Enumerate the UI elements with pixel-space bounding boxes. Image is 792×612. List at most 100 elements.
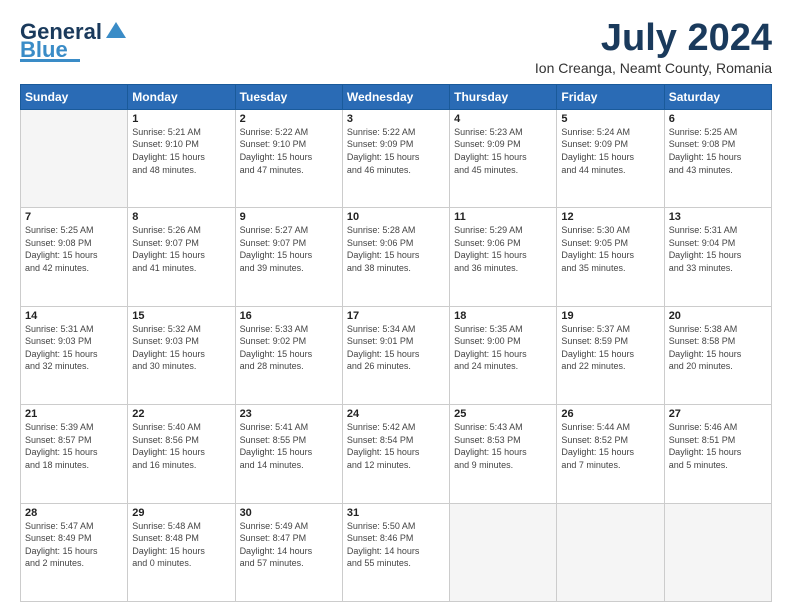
day-info: Sunrise: 5:43 AM Sunset: 8:53 PM Dayligh… (454, 421, 552, 471)
calendar-cell: 28Sunrise: 5:47 AM Sunset: 8:49 PM Dayli… (21, 503, 128, 601)
day-number: 31 (347, 507, 445, 519)
day-number: 13 (669, 211, 767, 223)
day-info: Sunrise: 5:35 AM Sunset: 9:00 PM Dayligh… (454, 323, 552, 373)
day-number: 27 (669, 408, 767, 420)
calendar-cell: 9Sunrise: 5:27 AM Sunset: 9:07 PM Daylig… (235, 208, 342, 306)
col-saturday: Saturday (664, 84, 771, 109)
day-number: 10 (347, 211, 445, 223)
calendar-cell: 16Sunrise: 5:33 AM Sunset: 9:02 PM Dayli… (235, 306, 342, 404)
day-info: Sunrise: 5:48 AM Sunset: 8:48 PM Dayligh… (132, 520, 230, 570)
day-info: Sunrise: 5:30 AM Sunset: 9:05 PM Dayligh… (561, 224, 659, 274)
calendar-cell (21, 109, 128, 207)
calendar-cell: 30Sunrise: 5:49 AM Sunset: 8:47 PM Dayli… (235, 503, 342, 601)
day-number: 15 (132, 310, 230, 322)
page: General Blue July 2024 Ion Creanga, Neam… (0, 0, 792, 612)
day-number: 19 (561, 310, 659, 322)
calendar-title: July 2024 (535, 18, 772, 60)
day-info: Sunrise: 5:42 AM Sunset: 8:54 PM Dayligh… (347, 421, 445, 471)
day-number: 30 (240, 507, 338, 519)
day-number: 2 (240, 113, 338, 125)
day-info: Sunrise: 5:50 AM Sunset: 8:46 PM Dayligh… (347, 520, 445, 570)
day-info: Sunrise: 5:25 AM Sunset: 9:08 PM Dayligh… (669, 126, 767, 176)
day-info: Sunrise: 5:41 AM Sunset: 8:55 PM Dayligh… (240, 421, 338, 471)
week-row-2: 7Sunrise: 5:25 AM Sunset: 9:08 PM Daylig… (21, 208, 772, 306)
day-info: Sunrise: 5:21 AM Sunset: 9:10 PM Dayligh… (132, 126, 230, 176)
col-wednesday: Wednesday (342, 84, 449, 109)
day-number: 5 (561, 113, 659, 125)
calendar-cell: 20Sunrise: 5:38 AM Sunset: 8:58 PM Dayli… (664, 306, 771, 404)
day-number: 23 (240, 408, 338, 420)
day-info: Sunrise: 5:31 AM Sunset: 9:03 PM Dayligh… (25, 323, 123, 373)
calendar-cell: 22Sunrise: 5:40 AM Sunset: 8:56 PM Dayli… (128, 405, 235, 503)
calendar-cell (557, 503, 664, 601)
logo-icon (102, 18, 130, 46)
col-thursday: Thursday (450, 84, 557, 109)
header-row: Sunday Monday Tuesday Wednesday Thursday… (21, 84, 772, 109)
day-info: Sunrise: 5:40 AM Sunset: 8:56 PM Dayligh… (132, 421, 230, 471)
day-number: 26 (561, 408, 659, 420)
calendar-cell: 24Sunrise: 5:42 AM Sunset: 8:54 PM Dayli… (342, 405, 449, 503)
header: General Blue July 2024 Ion Creanga, Neam… (20, 18, 772, 76)
logo-underline (20, 59, 80, 62)
day-number: 16 (240, 310, 338, 322)
day-info: Sunrise: 5:31 AM Sunset: 9:04 PM Dayligh… (669, 224, 767, 274)
day-info: Sunrise: 5:49 AM Sunset: 8:47 PM Dayligh… (240, 520, 338, 570)
day-number: 29 (132, 507, 230, 519)
day-number: 17 (347, 310, 445, 322)
day-number: 12 (561, 211, 659, 223)
logo: General Blue (20, 18, 130, 62)
calendar-cell: 7Sunrise: 5:25 AM Sunset: 9:08 PM Daylig… (21, 208, 128, 306)
week-row-4: 21Sunrise: 5:39 AM Sunset: 8:57 PM Dayli… (21, 405, 772, 503)
day-info: Sunrise: 5:24 AM Sunset: 9:09 PM Dayligh… (561, 126, 659, 176)
day-number: 22 (132, 408, 230, 420)
day-info: Sunrise: 5:26 AM Sunset: 9:07 PM Dayligh… (132, 224, 230, 274)
day-number: 21 (25, 408, 123, 420)
day-number: 4 (454, 113, 552, 125)
week-row-5: 28Sunrise: 5:47 AM Sunset: 8:49 PM Dayli… (21, 503, 772, 601)
calendar-cell: 29Sunrise: 5:48 AM Sunset: 8:48 PM Dayli… (128, 503, 235, 601)
day-info: Sunrise: 5:46 AM Sunset: 8:51 PM Dayligh… (669, 421, 767, 471)
calendar-cell: 2Sunrise: 5:22 AM Sunset: 9:10 PM Daylig… (235, 109, 342, 207)
calendar-cell: 27Sunrise: 5:46 AM Sunset: 8:51 PM Dayli… (664, 405, 771, 503)
calendar-cell: 14Sunrise: 5:31 AM Sunset: 9:03 PM Dayli… (21, 306, 128, 404)
day-number: 14 (25, 310, 123, 322)
col-sunday: Sunday (21, 84, 128, 109)
day-info: Sunrise: 5:34 AM Sunset: 9:01 PM Dayligh… (347, 323, 445, 373)
calendar-cell: 25Sunrise: 5:43 AM Sunset: 8:53 PM Dayli… (450, 405, 557, 503)
calendar-cell (450, 503, 557, 601)
day-number: 6 (669, 113, 767, 125)
col-monday: Monday (128, 84, 235, 109)
day-number: 7 (25, 211, 123, 223)
day-number: 18 (454, 310, 552, 322)
day-number: 9 (240, 211, 338, 223)
day-info: Sunrise: 5:38 AM Sunset: 8:58 PM Dayligh… (669, 323, 767, 373)
calendar-cell: 21Sunrise: 5:39 AM Sunset: 8:57 PM Dayli… (21, 405, 128, 503)
calendar-cell: 13Sunrise: 5:31 AM Sunset: 9:04 PM Dayli… (664, 208, 771, 306)
day-number: 28 (25, 507, 123, 519)
week-row-3: 14Sunrise: 5:31 AM Sunset: 9:03 PM Dayli… (21, 306, 772, 404)
calendar-cell: 8Sunrise: 5:26 AM Sunset: 9:07 PM Daylig… (128, 208, 235, 306)
day-info: Sunrise: 5:22 AM Sunset: 9:10 PM Dayligh… (240, 126, 338, 176)
title-block: July 2024 Ion Creanga, Neamt County, Rom… (535, 18, 772, 76)
day-number: 1 (132, 113, 230, 125)
calendar-cell: 31Sunrise: 5:50 AM Sunset: 8:46 PM Dayli… (342, 503, 449, 601)
day-info: Sunrise: 5:33 AM Sunset: 9:02 PM Dayligh… (240, 323, 338, 373)
calendar-subtitle: Ion Creanga, Neamt County, Romania (535, 60, 772, 76)
day-number: 3 (347, 113, 445, 125)
day-number: 24 (347, 408, 445, 420)
col-tuesday: Tuesday (235, 84, 342, 109)
calendar-cell: 15Sunrise: 5:32 AM Sunset: 9:03 PM Dayli… (128, 306, 235, 404)
calendar-cell: 4Sunrise: 5:23 AM Sunset: 9:09 PM Daylig… (450, 109, 557, 207)
day-info: Sunrise: 5:29 AM Sunset: 9:06 PM Dayligh… (454, 224, 552, 274)
calendar-cell: 18Sunrise: 5:35 AM Sunset: 9:00 PM Dayli… (450, 306, 557, 404)
calendar-cell: 12Sunrise: 5:30 AM Sunset: 9:05 PM Dayli… (557, 208, 664, 306)
day-number: 8 (132, 211, 230, 223)
calendar-cell: 11Sunrise: 5:29 AM Sunset: 9:06 PM Dayli… (450, 208, 557, 306)
day-info: Sunrise: 5:25 AM Sunset: 9:08 PM Dayligh… (25, 224, 123, 274)
day-info: Sunrise: 5:37 AM Sunset: 8:59 PM Dayligh… (561, 323, 659, 373)
calendar-cell: 26Sunrise: 5:44 AM Sunset: 8:52 PM Dayli… (557, 405, 664, 503)
logo-blue: Blue (20, 42, 68, 57)
day-info: Sunrise: 5:23 AM Sunset: 9:09 PM Dayligh… (454, 126, 552, 176)
day-number: 20 (669, 310, 767, 322)
week-row-1: 1Sunrise: 5:21 AM Sunset: 9:10 PM Daylig… (21, 109, 772, 207)
